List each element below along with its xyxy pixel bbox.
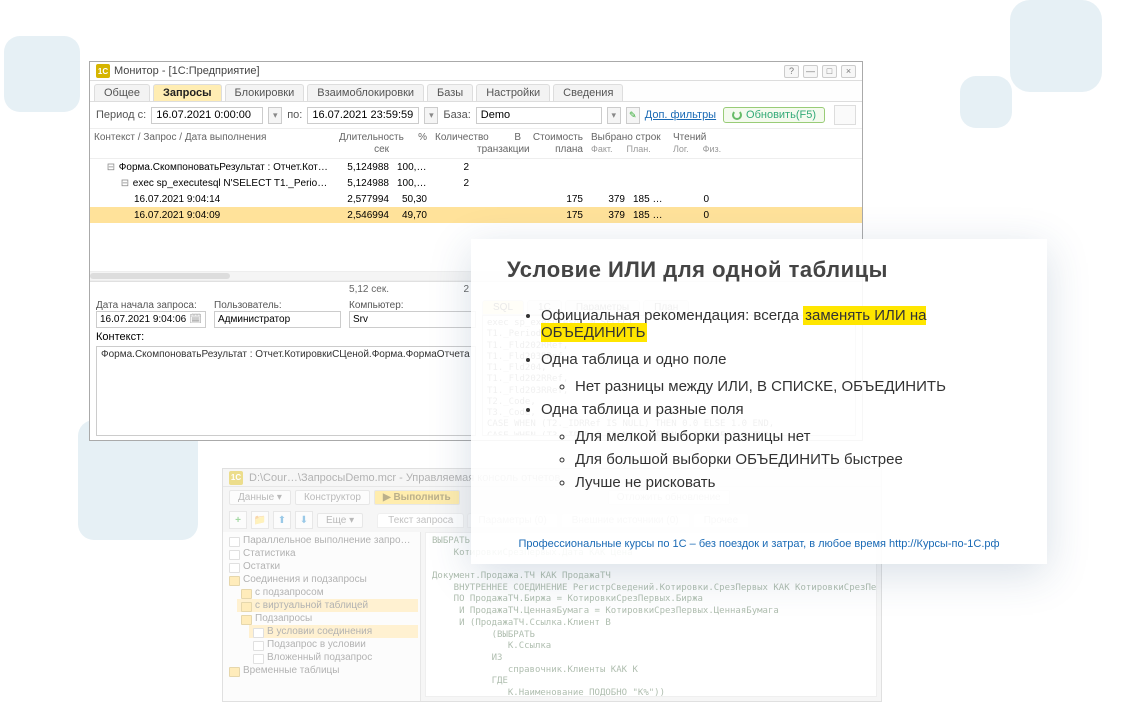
window-title: Монитор - [1С:Предприятие] [114, 65, 260, 77]
col-trx[interactable]: В транзакции [473, 131, 525, 156]
host-label: Компьютер: [349, 300, 476, 311]
bullet-2a: Нет разницы между ИЛИ, В СПИСКЕ, ОБЪЕДИН… [575, 378, 1011, 395]
tab-deadlocks[interactable]: Взаимоблокировки [307, 84, 424, 101]
calendar-icon[interactable]: 🗓 [189, 314, 202, 325]
period-from-label: Период с: [96, 109, 146, 121]
tab-settings[interactable]: Настройки [476, 84, 550, 101]
grid-header: Контекст / Запрос / Дата выполнения Длит… [90, 128, 862, 159]
help-icon[interactable]: ? [784, 65, 799, 78]
folder-icon[interactable]: 📁 [251, 511, 269, 529]
tree-item[interactable]: Временные таблицы [225, 664, 418, 677]
period-from-picker-icon[interactable]: ▾ [268, 107, 282, 124]
base-pick-icon[interactable]: ✎ [626, 107, 640, 124]
tab-queries[interactable]: Запросы [153, 84, 221, 101]
minimize-button[interactable]: — [803, 65, 818, 78]
slide-bullets: Официальная рекомендация: всегда заменят… [507, 307, 1011, 497]
arrow-down-icon[interactable]: ⬇ [295, 511, 313, 529]
bullet-1: Официальная рекомендация: всегда заменят… [541, 307, 1011, 341]
data-menu[interactable]: Данные ▾ [229, 490, 291, 505]
col-rows-selected[interactable]: Выбрано строк [591, 132, 665, 144]
execute-button[interactable]: ▶ Выполнить [374, 490, 460, 505]
tree-item[interactable]: с подзапросом [237, 586, 418, 599]
col-context[interactable]: Контекст / Запрос / Дата выполнения [90, 131, 335, 156]
tree-item[interactable]: Статистика [225, 547, 418, 560]
tab-locks[interactable]: Блокировки [225, 84, 305, 101]
col-cost[interactable]: Стоимость плана [525, 131, 587, 156]
tree-item[interactable]: Подзапросы [237, 612, 418, 625]
tree-item[interactable]: Соединения и подзапросы [225, 573, 418, 586]
bullet-3b: Для большой выборки ОБЪЕДИНИТЬ быстрее [575, 451, 1011, 468]
refresh-icon [732, 110, 742, 120]
period-to-label: по: [287, 109, 302, 121]
bullet-3c: Лучше не рисковать [575, 474, 1011, 491]
close-button[interactable]: × [841, 65, 856, 78]
tree-item[interactable]: Вложенный подзапрос [249, 651, 418, 664]
tree-item[interactable]: Подзапрос в условии [249, 638, 418, 651]
constructor-button[interactable]: Конструктор [295, 490, 370, 505]
base-dropdown-icon[interactable]: ▾ [607, 107, 621, 124]
grid-settings-button[interactable] [834, 105, 856, 125]
tab-bases[interactable]: Базы [427, 84, 473, 101]
decorative-square [960, 76, 1012, 128]
table-row[interactable]: 16.07.2021 9:04:092,54699449,70175379185… [90, 207, 862, 223]
user-value[interactable]: Администратор [214, 311, 341, 328]
tree-item[interactable]: Остатки [225, 560, 418, 573]
slide-title: Условие ИЛИ для одной таблицы [507, 257, 1011, 283]
tab-general[interactable]: Общее [94, 84, 150, 101]
period-to-picker-icon[interactable]: ▾ [424, 107, 438, 124]
main-tabs: Общее Запросы Блокировки Взаимоблокировк… [90, 81, 862, 102]
tab-query-text[interactable]: Текст запроса [377, 513, 464, 528]
decorative-square [4, 36, 80, 112]
table-row[interactable]: 16.07.2021 9:04:142,57799450,30175379185… [90, 191, 862, 207]
bullet-3: Одна таблица и разные поля [541, 401, 1011, 418]
app-logo-icon: 1C [96, 64, 110, 78]
table-row[interactable]: ⊟ Форма.СкомпоноватьРезультат : Отчет.Ко… [90, 159, 862, 175]
slide-footer: Профессиональные курсы по 1С – без поезд… [507, 538, 1011, 550]
tree-item[interactable]: В условии соединения [249, 625, 418, 638]
decorative-square [1010, 0, 1102, 92]
base-label: База: [443, 109, 470, 121]
bullet-2: Одна таблица и одно поле [541, 351, 1011, 368]
maximize-button[interactable]: □ [822, 65, 837, 78]
col-reads[interactable]: Чтений [673, 132, 745, 144]
period-from-input[interactable] [151, 107, 263, 124]
context-value[interactable]: Форма.СкомпоноватьРезультат : Отчет.Коти… [96, 346, 476, 436]
query-start-value[interactable]: 16.07.2021 9:04:06🗓 [96, 311, 206, 328]
refresh-button[interactable]: Обновить(F5) [723, 107, 825, 123]
col-percent[interactable]: % [393, 131, 431, 156]
bullet-3a: Для мелкой выборки разницы нет [575, 428, 1011, 445]
table-row[interactable]: ⊟ exec sp_executesql N'SELECT T1._Period… [90, 175, 862, 191]
tree-item[interactable]: с виртуальной таблицей [237, 599, 418, 612]
query-start-label: Дата начала запроса: [96, 300, 206, 311]
period-to-input[interactable] [307, 107, 419, 124]
tree-item[interactable]: Параллельное выполнение запро… [225, 534, 418, 547]
titlebar: 1C Монитор - [1С:Предприятие] ? — □ × [90, 62, 862, 81]
host-value[interactable]: Srv [349, 311, 476, 328]
app-logo-icon: 1C [229, 471, 243, 485]
presentation-slide: Условие ИЛИ для одной таблицы Официальна… [471, 239, 1047, 564]
add-icon[interactable]: + [229, 511, 247, 529]
tab-info[interactable]: Сведения [553, 84, 623, 101]
base-input[interactable] [476, 107, 602, 124]
query-tree[interactable]: Параллельное выполнение запро…Статистика… [223, 532, 421, 701]
user-label: Пользователь: [214, 300, 341, 311]
col-count[interactable]: Количество [431, 131, 473, 156]
filter-row: Период с: ▾ по: ▾ База: ▾ ✎ Доп. фильтры… [90, 102, 862, 128]
more-dropdown[interactable]: Еще ▾ [317, 513, 363, 528]
arrow-up-icon[interactable]: ⬆ [273, 511, 291, 529]
extra-filters-link[interactable]: Доп. фильтры [645, 109, 716, 121]
context-label: Контекст: [96, 331, 476, 343]
